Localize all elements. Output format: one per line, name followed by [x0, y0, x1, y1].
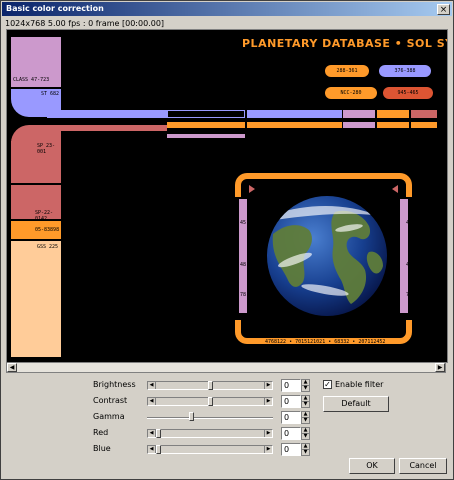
- video-preview: CLASS 47-723 ST 682 SP 23-001 SP-22-0142…: [6, 29, 448, 363]
- contrast-slider-thumb[interactable]: [207, 397, 213, 406]
- contrast-label: Contrast: [93, 396, 128, 405]
- lcars-pill: 945-465: [383, 87, 433, 99]
- red-label: Red: [93, 428, 109, 437]
- close-button[interactable]: ×: [437, 4, 450, 15]
- cancel-button[interactable]: Cancel: [399, 458, 447, 474]
- spin-down-icon[interactable]: ▼: [302, 418, 309, 424]
- lcars-bar-salmon: [47, 125, 167, 131]
- lcars-label: GSS 225: [37, 244, 59, 250]
- side-label: 78: [240, 292, 247, 298]
- blue-value-field[interactable]: 0: [281, 443, 301, 456]
- brightness-slider[interactable]: ◀ ▶: [147, 381, 273, 390]
- lcars-seg: [411, 110, 437, 118]
- window-title: Basic color correction: [6, 4, 104, 13]
- dialog-window: Basic color correction × 1024x768 5.00 f…: [0, 0, 454, 480]
- gamma-value-field[interactable]: 0: [281, 411, 301, 424]
- lcars-label: ST 682: [41, 91, 60, 97]
- ok-button[interactable]: OK: [349, 458, 395, 474]
- slider-left-arrow-icon[interactable]: ◀: [148, 398, 156, 405]
- red-slider-thumb[interactable]: [156, 429, 161, 438]
- lcars-pill: NCC-280: [325, 87, 377, 99]
- blue-slider-thumb[interactable]: [156, 445, 161, 454]
- lcars-label: SP 23-001: [37, 143, 56, 155]
- contrast-spinner[interactable]: ▲ ▼: [301, 395, 310, 408]
- gamma-row: Gamma 0 ▲ ▼: [87, 411, 317, 425]
- brightness-value-field[interactable]: 0: [281, 379, 301, 392]
- lcars-bar-outline: [167, 110, 245, 118]
- red-spinner[interactable]: ▲ ▼: [301, 427, 310, 440]
- blue-row: Blue ◀ ▶ 0 ▲ ▼: [87, 443, 317, 457]
- side-label: 78: [406, 292, 413, 298]
- contrast-value-field[interactable]: 0: [281, 395, 301, 408]
- scroll-right-arrow-icon[interactable]: ▶: [435, 363, 445, 372]
- scroll-left-arrow-icon[interactable]: ◀: [7, 363, 17, 372]
- lcars-block-orange: 05-83898: [11, 221, 61, 239]
- lcars-seg: [343, 110, 375, 118]
- red-row: Red ◀ ▶ 0 ▲ ▼: [87, 427, 317, 441]
- default-button[interactable]: Default: [323, 396, 389, 412]
- slider-right-arrow-icon[interactable]: ▶: [264, 430, 272, 437]
- brightness-row: Brightness ◀ ▶ 0 ▲ ▼: [87, 379, 317, 393]
- lcars-seg: [377, 110, 409, 118]
- brightness-slider-thumb[interactable]: [207, 381, 213, 390]
- title-bar[interactable]: Basic color correction ×: [2, 2, 452, 16]
- slider-right-arrow-icon[interactable]: ▶: [264, 382, 272, 389]
- spin-down-icon[interactable]: ▼: [302, 402, 309, 408]
- slider-left-arrow-icon[interactable]: ◀: [148, 382, 156, 389]
- lcars-bar-orange: [167, 122, 245, 128]
- red-value-field[interactable]: 0: [281, 427, 301, 440]
- side-label: 48: [406, 262, 413, 268]
- lcars-pill: 376-388: [379, 65, 431, 77]
- lcars-bar-orange-2: [247, 122, 342, 128]
- lcars-pill: 288-361: [325, 65, 369, 77]
- brightness-label: Brightness: [93, 380, 136, 389]
- lcars-bar-blue-2: [247, 110, 342, 118]
- spin-down-icon[interactable]: ▼: [302, 434, 309, 440]
- frame-top-readout: 4372133 • 7745346726 • 77821 • 098765033…: [265, 168, 389, 174]
- lcars-block-salmon: SP 23-001: [11, 141, 61, 183]
- earth-globe-image: [267, 196, 387, 316]
- gamma-slider-thumb[interactable]: [188, 412, 194, 421]
- slider-left-arrow-icon[interactable]: ◀: [148, 446, 156, 453]
- side-label: 48: [240, 262, 247, 268]
- lcars-block-peach: GSS 225: [11, 241, 61, 357]
- blue-label: Blue: [93, 444, 111, 453]
- gamma-spinner[interactable]: ▲ ▼: [301, 411, 310, 424]
- contrast-slider[interactable]: ◀ ▶: [147, 397, 273, 406]
- gamma-slider[interactable]: [147, 412, 273, 422]
- blue-slider[interactable]: ◀ ▶: [147, 445, 273, 454]
- red-slider[interactable]: ◀ ▶: [147, 429, 273, 438]
- slider-left-arrow-icon[interactable]: ◀: [148, 430, 156, 437]
- side-label: 45: [406, 220, 413, 226]
- preview-horizontal-scrollbar[interactable]: ◀ ▶: [6, 362, 446, 373]
- video-info: 1024x768 5.00 fps : 0 frame [00:00.00]: [5, 19, 165, 28]
- enable-filter-checkbox[interactable]: ✓: [323, 380, 332, 389]
- lcars-bar-blue: [47, 110, 167, 118]
- gamma-label: Gamma: [93, 412, 125, 421]
- lcars-header: PLANETARY DATABASE • SOL SYSTEM: [242, 37, 447, 50]
- lcars-block-lilac: CLASS 47-723: [11, 37, 61, 87]
- spin-down-icon[interactable]: ▼: [302, 386, 309, 392]
- lcars-seg: [343, 122, 375, 128]
- frame-bottom-readout: 4768122 • 7015121021 • 68332 • 207112452: [265, 339, 386, 345]
- lcars-label: 05-83898: [35, 227, 60, 233]
- blue-spinner[interactable]: ▲ ▼: [301, 443, 310, 456]
- slider-right-arrow-icon[interactable]: ▶: [264, 446, 272, 453]
- enable-filter-label: Enable filter: [335, 380, 384, 389]
- spin-down-icon[interactable]: ▼: [302, 450, 309, 456]
- contrast-row: Contrast ◀ ▶ 0 ▲ ▼: [87, 395, 317, 409]
- lcars-bar-lilac: [167, 134, 245, 138]
- lcars-block-salmon-2: SP-22-0142: [11, 185, 61, 222]
- lcars-seg: [377, 122, 409, 128]
- slider-right-arrow-icon[interactable]: ▶: [264, 398, 272, 405]
- lcars-label: CLASS 47-723: [13, 77, 50, 83]
- side-label: 45: [240, 220, 247, 226]
- lcars-seg: [411, 122, 437, 128]
- brightness-spinner[interactable]: ▲ ▼: [301, 379, 310, 392]
